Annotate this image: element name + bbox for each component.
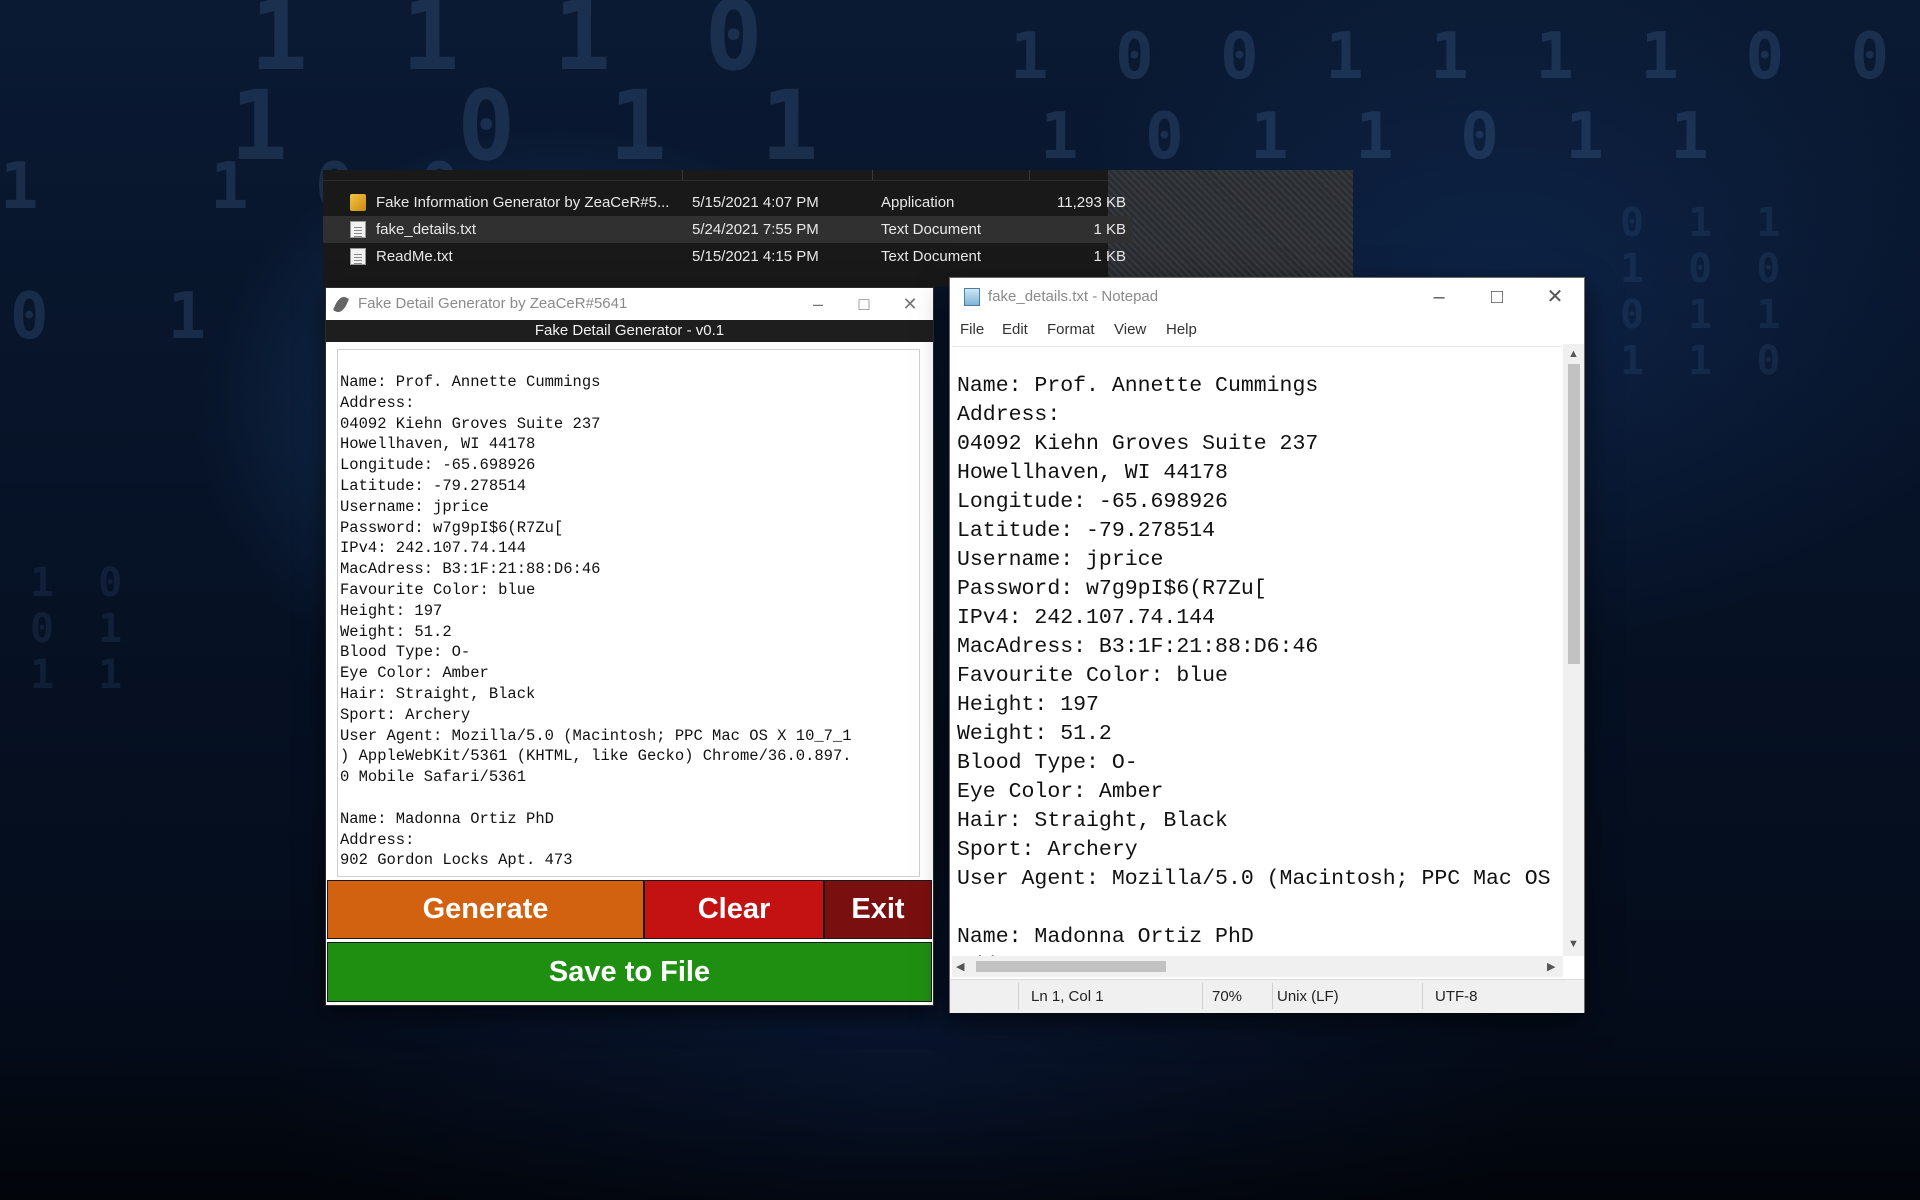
menu-format[interactable]: Format [1047,321,1095,338]
column-divider[interactable] [682,170,683,180]
exit-button[interactable]: Exit [824,880,932,939]
vertical-scrollbar[interactable]: ▲ ▼ [1563,344,1584,956]
window-title: fake_details.txt - Notepad [988,288,1159,305]
binary-digits: 1 0 0 1 1 1 [30,560,133,698]
binary-digits: 1 0 1 1 0 1 1 [1040,100,1723,174]
file-type: Application [881,194,955,211]
clear-button[interactable]: Clear [644,880,824,939]
scroll-thumb[interactable] [976,961,1166,972]
minimize-button[interactable]: – [1410,278,1468,316]
file-size: 11,293 KB [1057,194,1126,211]
feather-icon [332,294,350,315]
menu-file[interactable]: File [960,321,984,338]
file-name: ReadMe.txt [376,248,453,265]
cursor-position: Ln 1, Col 1 [1031,988,1104,1005]
close-button[interactable]: ✕ [887,288,933,320]
menu-view[interactable]: View [1114,321,1146,338]
close-button[interactable]: ✕ [1526,278,1584,316]
column-divider[interactable] [1029,170,1030,180]
desktop-wallpaper-texture [1108,170,1353,287]
status-divider [1202,983,1203,1009]
file-size: 1 KB [1093,248,1126,265]
window-title: Fake Detail Generator by ZeaCeR#5641 [358,295,628,312]
status-divider [1422,983,1423,1009]
output-text: Name: Prof. Annette Cummings Address: 04… [340,373,852,870]
generator-window: Fake Detail Generator by ZeaCeR#5641 – □… [326,288,933,1005]
file-type: Text Document [881,221,982,238]
binary-digits: 0 1 1 1 0 0 0 1 1 1 1 0 [1620,200,1791,384]
output-textbox[interactable]: Name: Prof. Annette Cummings Address: 04… [337,349,920,877]
file-row[interactable]: Fake Information Generator by ZeaCeR#5..… [323,189,1133,216]
text-editor[interactable]: Name: Prof. Annette Cummings Address: 04… [952,346,1562,957]
file-row[interactable]: ReadMe.txt 5/15/2021 4:15 PM Text Docume… [323,243,1133,270]
app-header: Fake Detail Generator - v0.1 [326,320,933,342]
menu-bar: File Edit Format View Help [950,316,1584,344]
minimize-button[interactable]: – [795,288,841,320]
file-size: 1 KB [1093,221,1126,238]
file-type: Text Document [881,248,982,265]
text-file-icon [350,248,366,265]
menu-help[interactable]: Help [1166,321,1197,338]
generate-button[interactable]: Generate [327,880,644,939]
line-ending: Unix (LF) [1277,988,1339,1005]
notepad-window: fake_details.txt - Notepad – □ ✕ File Ed… [950,278,1584,1013]
zoom-level: 70% [1212,988,1243,1005]
scroll-down-icon[interactable]: ▼ [1568,938,1579,950]
menu-edit[interactable]: Edit [1002,321,1028,338]
shadow [0,1030,1920,1200]
file-date: 5/15/2021 4:07 PM [692,194,819,211]
title-bar[interactable]: fake_details.txt - Notepad – □ ✕ [950,278,1584,316]
status-divider [1272,983,1273,1009]
maximize-button[interactable]: □ [1468,278,1526,316]
title-bar[interactable]: Fake Detail Generator by ZeaCeR#5641 – □… [326,288,933,320]
binary-digits: 0 1 [10,280,221,354]
save-to-file-button[interactable]: Save to File [327,942,932,1002]
file-date: 5/15/2021 4:15 PM [692,248,819,265]
scroll-up-icon[interactable]: ▲ [1568,348,1579,360]
maximize-button[interactable]: □ [841,288,887,320]
file-explorer: Fake Information Generator by ZeaCeR#5..… [323,170,1353,287]
text-file-icon [350,221,366,238]
file-date: 5/24/2021 7:55 PM [692,221,819,238]
column-divider[interactable] [872,170,873,180]
encoding: UTF-8 [1435,988,1478,1005]
notepad-icon [964,288,980,306]
scroll-left-icon[interactable]: ◀ [956,960,964,973]
application-icon [350,194,366,211]
scroll-thumb[interactable] [1568,364,1580,664]
file-row[interactable]: fake_details.txt 5/24/2021 7:55 PM Text … [323,216,1133,243]
editor-text: Name: Prof. Annette Cummings Address: 04… [957,374,1551,957]
scroll-right-icon[interactable]: ▶ [1547,960,1555,973]
file-name: Fake Information Generator by ZeaCeR#5..… [376,194,670,211]
file-name: fake_details.txt [376,221,477,238]
horizontal-scrollbar[interactable]: ◀ ▶ [952,956,1563,977]
status-divider [1018,983,1019,1009]
status-bar: Ln 1, Col 1 70% Unix (LF) UTF-8 [950,979,1584,1013]
binary-digits: 1 0 0 1 1 1 1 0 0 1 [1010,20,1920,94]
